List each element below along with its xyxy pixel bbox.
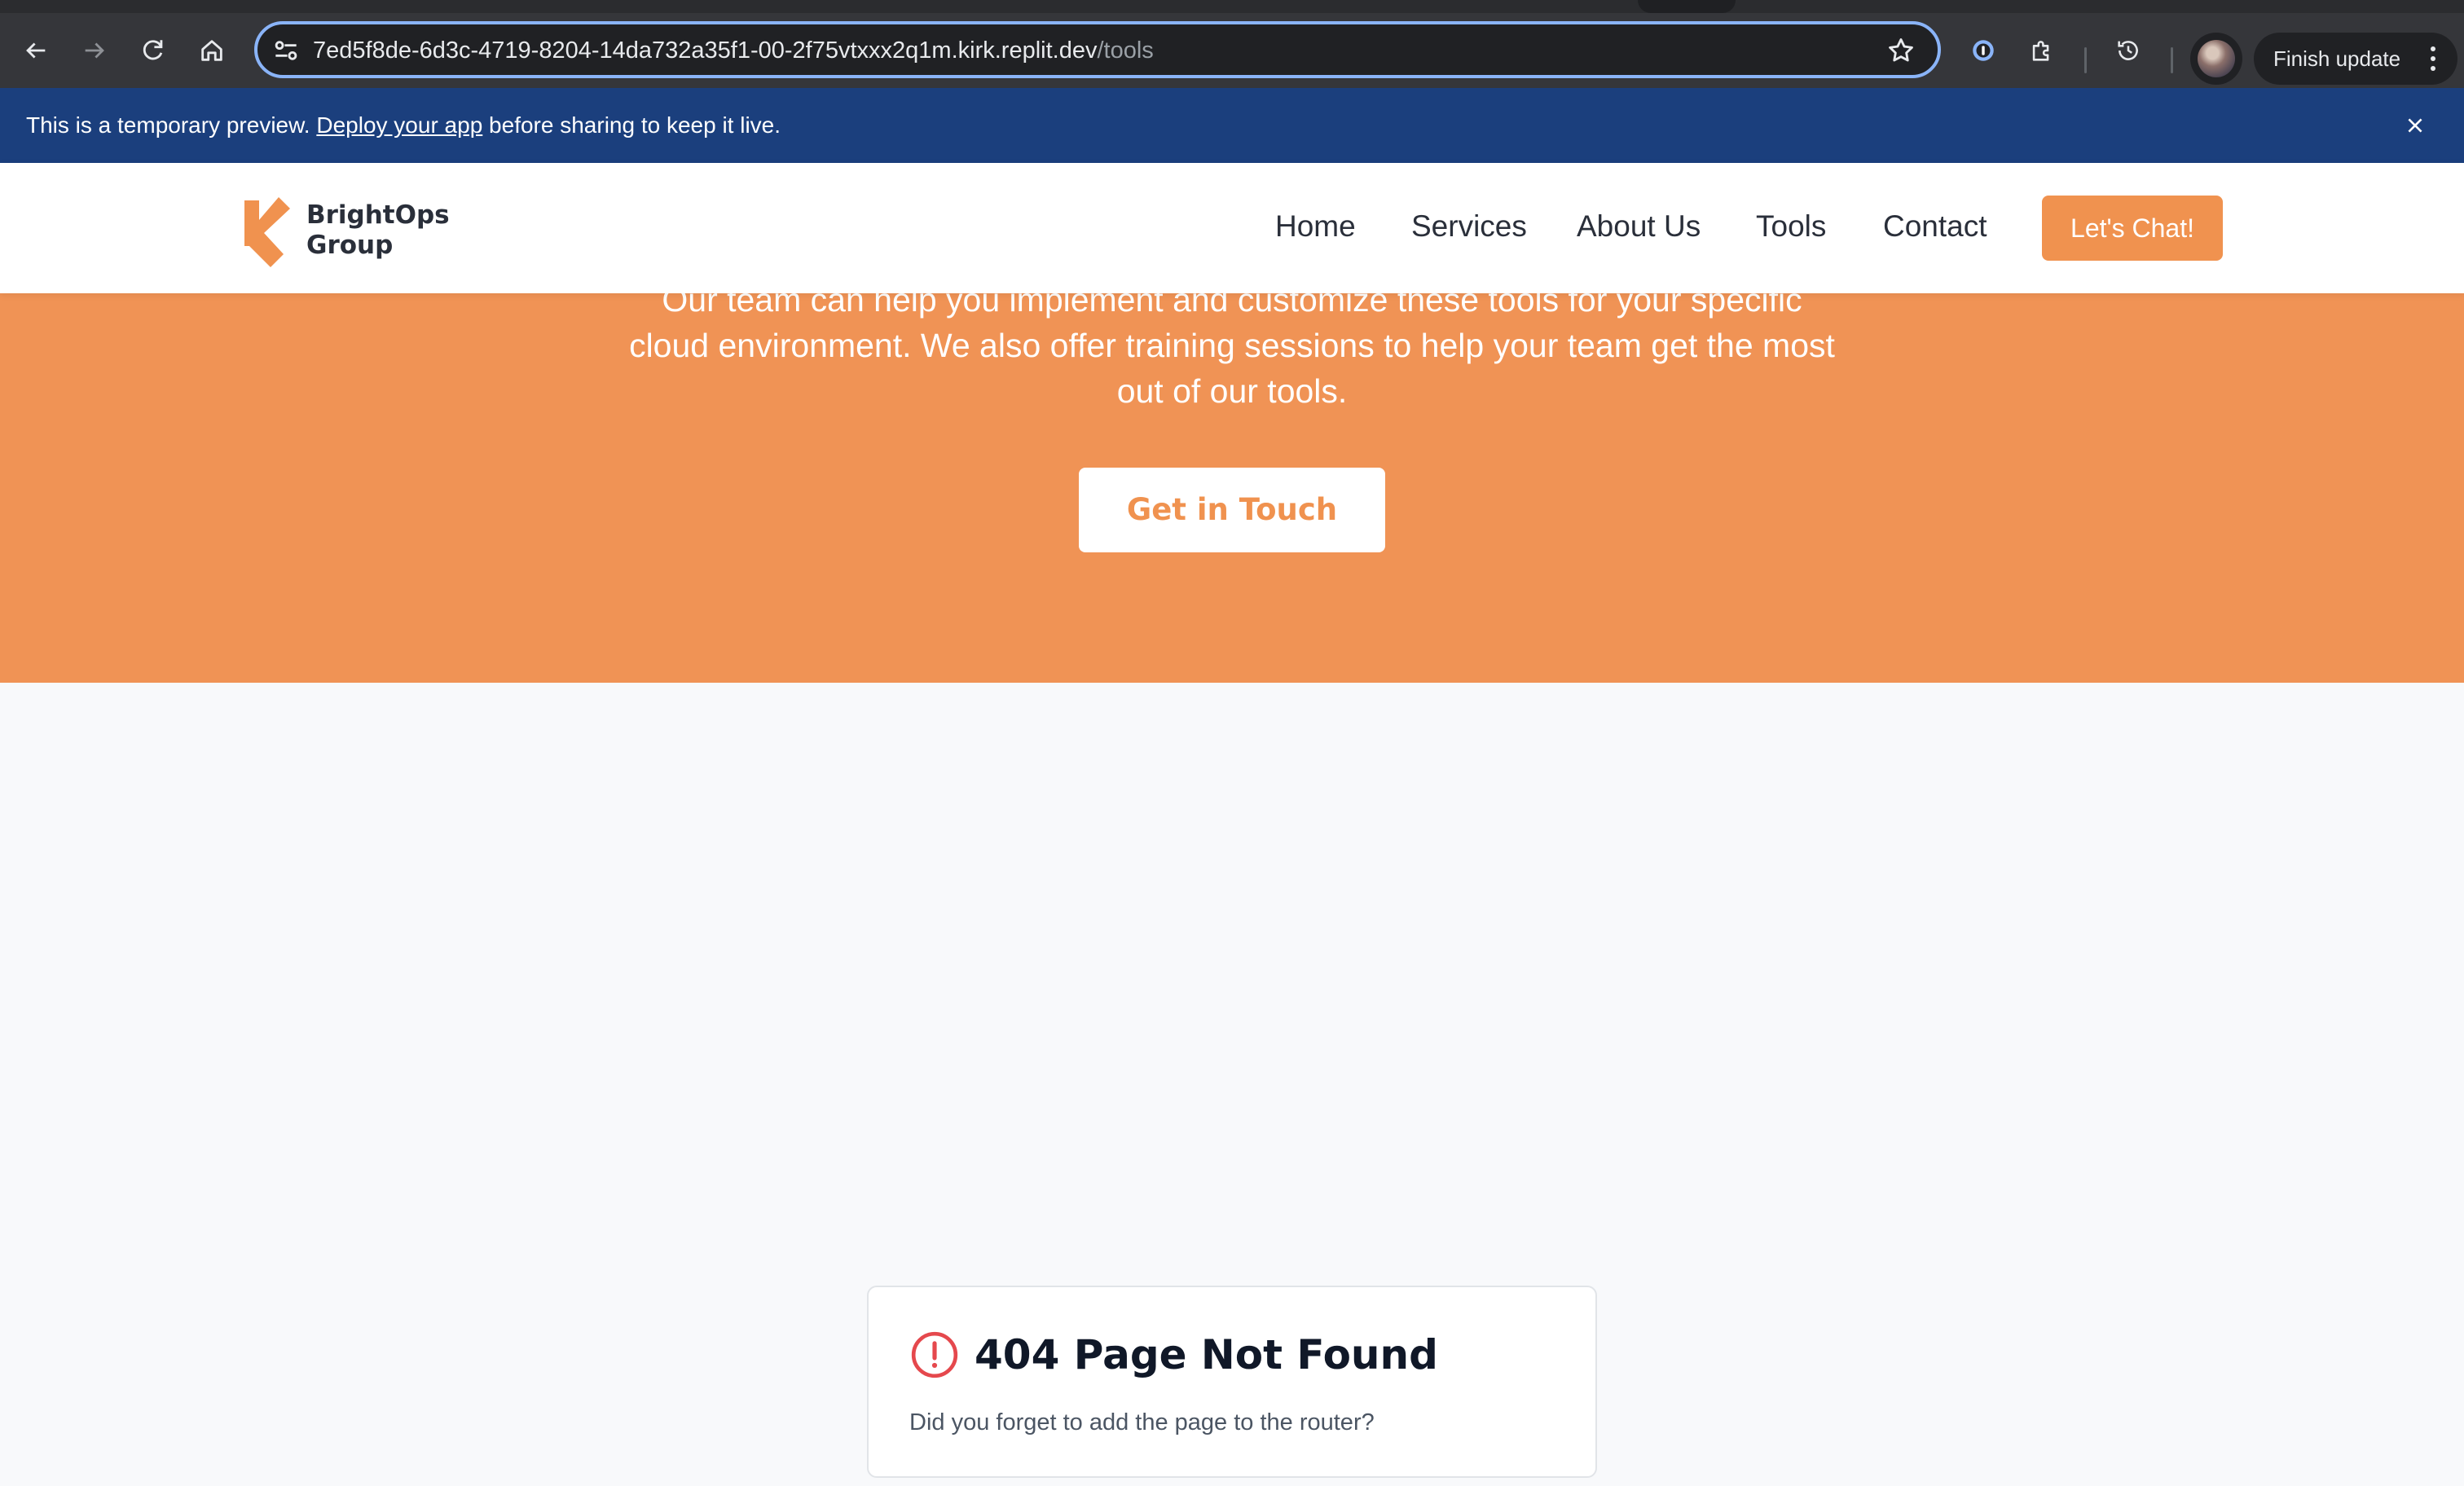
logo-wordmark[interactable]: BrightOps Group <box>306 200 450 261</box>
forward-button[interactable] <box>75 31 114 70</box>
logo-line: Group <box>306 231 394 260</box>
url-path: /tools <box>1097 37 1154 64</box>
tab-strip <box>0 0 2464 13</box>
finish-update-button[interactable]: Finish update <box>2254 33 2457 85</box>
nav-services[interactable]: Services <box>1411 209 1527 244</box>
site-header: BrightOps Group Home Services About Us T… <box>0 163 2464 293</box>
banner-close-button[interactable] <box>2397 108 2433 143</box>
alert-circle-icon <box>911 1331 958 1378</box>
deploy-app-link[interactable]: Deploy your app <box>316 112 482 138</box>
cta-line: out of our tools. <box>1116 372 1348 410</box>
extensions-icon <box>2032 41 2049 61</box>
reload-icon <box>143 40 163 60</box>
profile-button[interactable] <box>2190 33 2242 85</box>
nav-about-us[interactable]: About Us <box>1577 209 1701 244</box>
cta-line: cloud environment. We also offer trainin… <box>629 327 1835 364</box>
preview-text-after: before sharing to keep it live. <box>489 112 781 138</box>
history-button[interactable] <box>2109 31 2148 70</box>
back-button[interactable] <box>16 31 55 70</box>
lets-chat-button[interactable]: Let's Chat! <box>2042 196 2223 261</box>
password-manager-icon <box>1973 40 1994 61</box>
logo-mark-icon[interactable] <box>243 196 292 269</box>
bookmark-star-icon[interactable] <box>1885 35 1916 66</box>
nav-tools[interactable]: Tools <box>1756 209 1826 244</box>
toolbar-divider <box>2171 47 2173 73</box>
home-button[interactable] <box>192 31 231 70</box>
preview-banner: This is a temporary preview. Deploy your… <box>0 88 2464 163</box>
toolbar-divider <box>2084 47 2087 73</box>
home-icon <box>201 40 222 61</box>
preview-text-before: This is a temporary preview. <box>26 112 310 138</box>
url-text[interactable]: 7ed5f8de-6d3c-4719-8204-14da732a35f1-00-… <box>313 36 1154 65</box>
finish-update-label: Finish update <box>2273 46 2401 71</box>
forward-icon <box>85 42 104 59</box>
nav-contact[interactable]: Contact <box>1883 209 1987 244</box>
not-found-title: 404 Page Not Found <box>975 1331 1438 1378</box>
not-found-card: 404 Page Not Found Did you forget to add… <box>867 1286 1597 1478</box>
not-found-message: Did you forget to add the page to the ro… <box>909 1409 1375 1435</box>
url-host: 7ed5f8de-6d3c-4719-8204-14da732a35f1-00-… <box>313 37 1098 64</box>
reload-button[interactable] <box>134 31 173 70</box>
tab-edge[interactable] <box>1638 0 1736 13</box>
close-icon <box>2408 118 2422 133</box>
cta-description: Our team can help you implement and cust… <box>0 277 2464 414</box>
get-in-touch-button[interactable]: Get in Touch <box>1079 468 1385 552</box>
password-manager-button[interactable] <box>1964 31 2003 70</box>
profile-avatar <box>2198 40 2235 77</box>
extensions-button[interactable] <box>2022 31 2061 70</box>
browser-toolbar: 7ed5f8de-6d3c-4719-8204-14da732a35f1-00-… <box>0 13 2464 88</box>
history-icon <box>2118 41 2138 60</box>
preview-message: This is a temporary preview. Deploy your… <box>26 111 781 140</box>
address-bar[interactable]: 7ed5f8de-6d3c-4719-8204-14da732a35f1-00-… <box>254 21 1941 78</box>
more-vert-icon <box>2431 46 2435 71</box>
nav-home[interactable]: Home <box>1275 209 1356 244</box>
site-settings-icon[interactable] <box>271 35 301 66</box>
logo-line: BrightOps <box>306 200 450 230</box>
back-icon <box>26 42 46 59</box>
